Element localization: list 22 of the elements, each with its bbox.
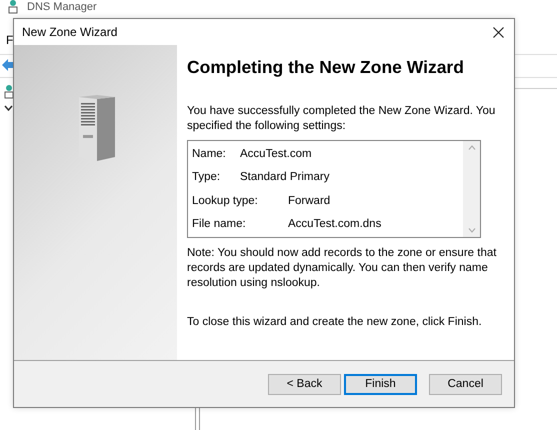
setting-value: AccuTest.com.dns <box>288 216 382 232</box>
setting-label: Type: <box>192 170 222 186</box>
menu-item[interactable]: F <box>6 33 14 47</box>
chevron-icon[interactable] <box>4 105 13 111</box>
window-title: DNS Manager <box>27 1 97 14</box>
note-text: Note: You should now add records to the zone or ensure that records are updated dynamically. You can then verify name resolution using nslookup. <box>187 246 498 291</box>
server-icon[interactable] <box>4 85 14 99</box>
wizard-button[interactable]: Cancel <box>429 374 502 394</box>
setting-label: Lookup type: <box>192 194 259 209</box>
intro-text: You have successfully completed the New Zone Wizard. You specified the following settings: <box>187 104 496 134</box>
setting-value: AccuTest.com <box>240 147 312 162</box>
setting-label: Name: <box>192 147 227 162</box>
setting-label: File name: <box>192 216 247 232</box>
setting-value: Forward <box>288 194 330 209</box>
wizard-button[interactable]: Finish <box>344 374 417 394</box>
close-icon[interactable] <box>493 26 504 38</box>
wizard-heading: Completing the New Zone Wizard <box>187 57 465 78</box>
closing-text: To close this wizard and create the new zone, click Finish. <box>187 315 483 330</box>
wizard-button[interactable]: < Back <box>268 374 341 394</box>
server-icon <box>8 0 18 14</box>
setting-value: Standard Primary <box>240 170 330 186</box>
dialog-title: New Zone Wizard <box>22 25 118 39</box>
